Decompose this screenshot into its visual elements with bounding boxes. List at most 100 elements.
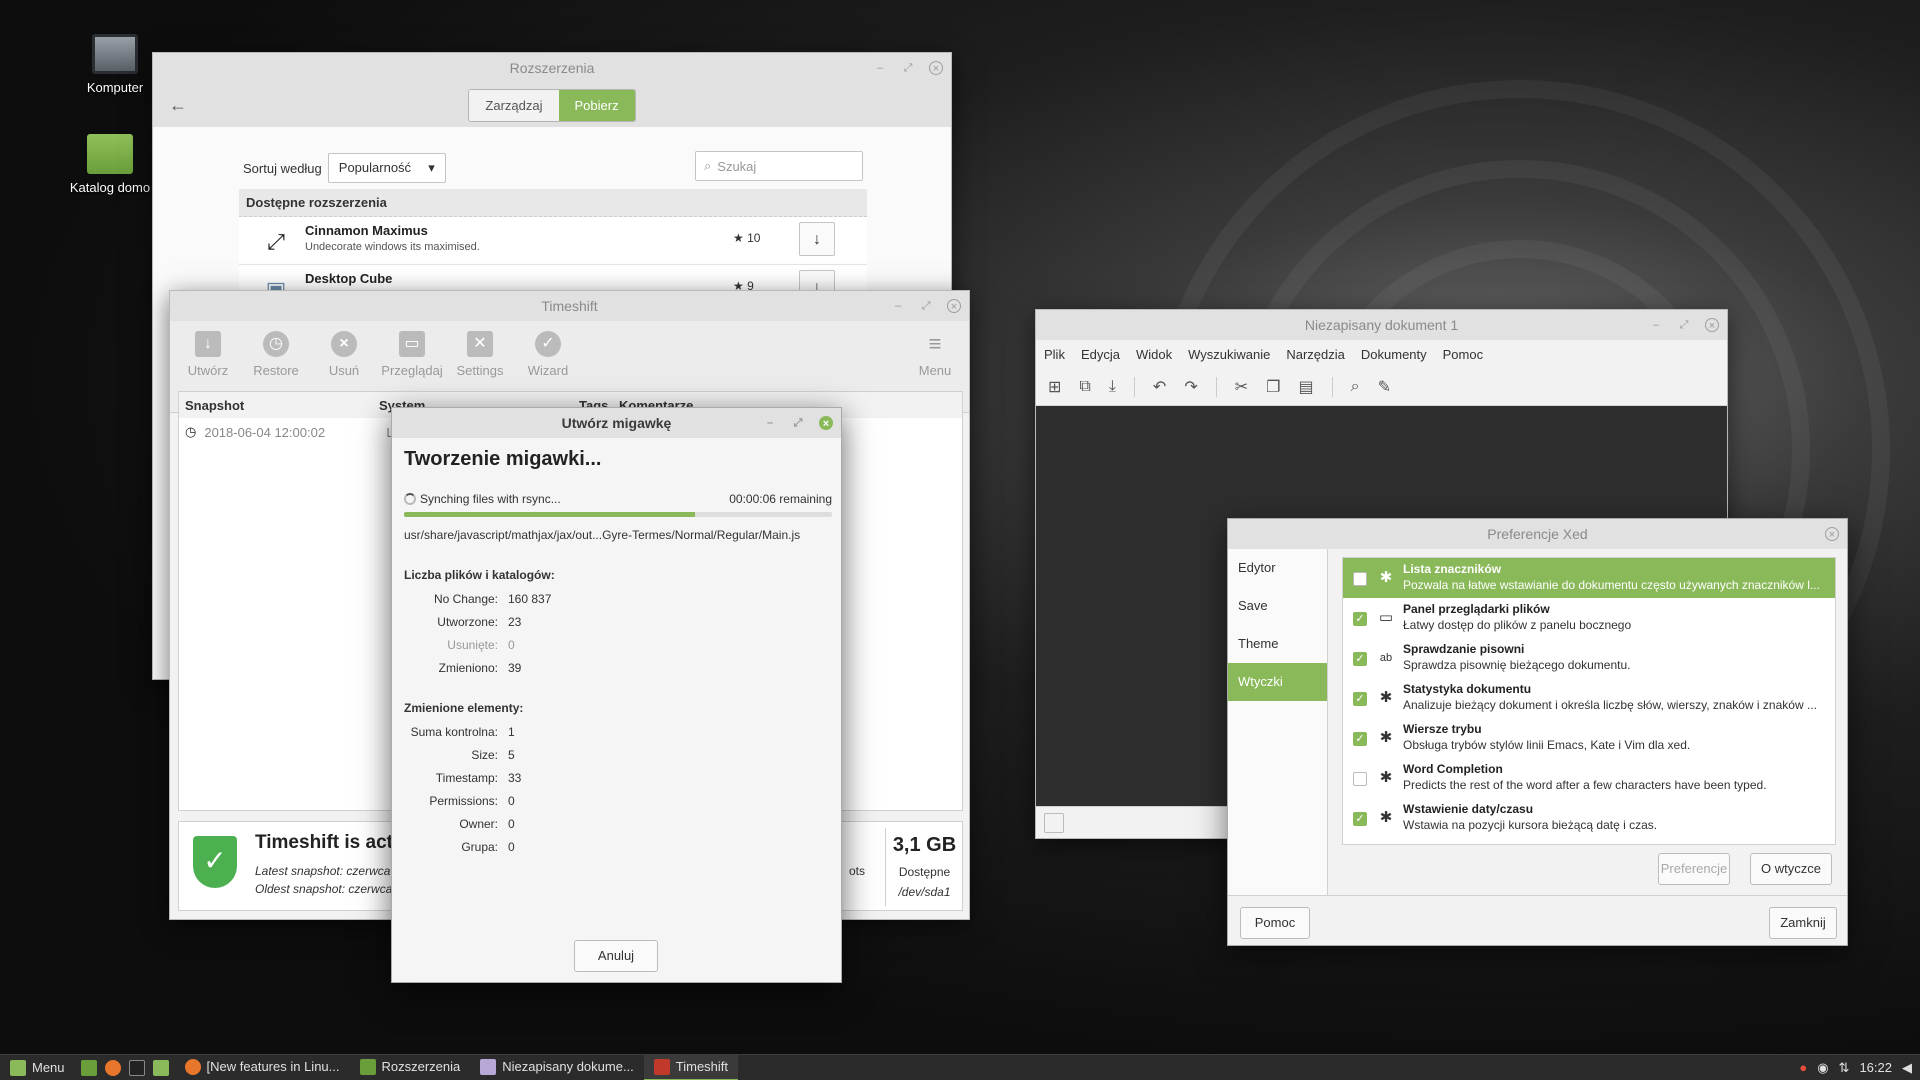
tab-manage[interactable]: Zarządzaj — [469, 89, 559, 121]
task-label: Timeshift — [675, 1059, 729, 1074]
editor-toolbar: ⊞ ⧉ ⤓ ↶ ↷ ✂ ❐ ▤ ⌕ ✎ — [1036, 368, 1727, 406]
divider — [1228, 895, 1847, 896]
redo-icon[interactable]: ↷ — [1184, 377, 1197, 397]
plugin-checkbox[interactable] — [1353, 772, 1367, 786]
volume-icon[interactable]: ◀ — [1902, 1060, 1912, 1076]
task-xed[interactable]: Niezapisany dokume... — [470, 1055, 644, 1080]
close-dialog-button[interactable]: Zamknij — [1769, 907, 1837, 939]
show-desktop-icon[interactable] — [80, 1059, 97, 1076]
xed-preferences-dialog: Preferencje Xed × Edytor Save Theme Wtyc… — [1227, 518, 1848, 946]
menu-view[interactable]: Widok — [1136, 347, 1172, 362]
close-button[interactable]: × — [929, 61, 943, 75]
start-menu-button[interactable]: Menu — [0, 1055, 75, 1080]
list-item[interactable]: ⤢ Cinnamon Maximus Undecorate windows it… — [239, 217, 867, 265]
plugin-desc: Łatwy dostęp do plików z panelu bocznego — [1403, 618, 1632, 632]
prefs-titlebar[interactable]: Preferencje Xed × — [1228, 519, 1847, 549]
dialog-titlebar[interactable]: Utwórz migawkę – ⤢ × — [392, 408, 841, 438]
plugin-row[interactable]: ✱ Word Completion Predicts the rest of the… — [1343, 758, 1835, 798]
paste-icon[interactable]: ▤ — [1298, 377, 1313, 397]
plugin-checkbox[interactable]: ✓ — [1353, 692, 1367, 706]
sidebar-item-plugins[interactable]: Wtyczki — [1228, 663, 1327, 701]
back-arrow-icon[interactable]: ← — [169, 95, 187, 116]
plugin-row[interactable]: ✓ ▭ Panel przeglądarki plików Łatwy dostęp … — [1343, 598, 1835, 638]
menu-documents[interactable]: Dokumenty — [1361, 347, 1427, 362]
maximize-button[interactable]: ⤢ — [1677, 318, 1691, 332]
sort-value: Popularność — [338, 160, 412, 175]
status-title: Timeshift is acti — [255, 832, 399, 853]
task-extensions[interactable]: Rozszerzenia — [350, 1055, 471, 1080]
plugin-preferences-button[interactable]: Preferencje — [1658, 853, 1730, 885]
cancel-button[interactable]: Anuluj — [574, 940, 658, 972]
minimize-button[interactable]: – — [1649, 318, 1663, 332]
search-icon[interactable]: ⌕ — [1351, 378, 1360, 396]
sort-dropdown[interactable]: Popularność ▾ — [327, 153, 446, 183]
dialog-heading: Tworzenie migawki... — [404, 448, 602, 470]
terminal-icon[interactable] — [128, 1059, 145, 1076]
plugin-row[interactable]: ✓ ✱ Wstawienie daty/czasu Wstawia na pozycj… — [1343, 798, 1835, 838]
clock[interactable]: 16:22 — [1859, 1060, 1892, 1075]
maximize-button[interactable]: ⤢ — [901, 61, 915, 75]
maximize-button[interactable]: ⤢ — [919, 299, 933, 313]
maximize-button[interactable]: ⤢ — [791, 416, 805, 430]
minimize-button[interactable]: – — [891, 299, 905, 313]
plugin-name: Wiersze trybu — [1403, 722, 1482, 736]
help-button[interactable]: Pomoc — [1240, 907, 1310, 939]
menu-help[interactable]: Pomoc — [1443, 347, 1483, 362]
plugin-checkbox[interactable]: ✓ — [1353, 732, 1367, 746]
extensions-titlebar[interactable]: Rozszerzenia – ⤢ × — [153, 53, 951, 83]
close-button[interactable]: × — [1705, 318, 1719, 332]
firefox-icon[interactable] — [104, 1059, 121, 1076]
plugin-row[interactable]: ✓ ✱ Statystyka dokumentu Analizuje bieżący … — [1343, 678, 1835, 718]
minimize-button[interactable]: – — [763, 416, 777, 430]
plugin-checkbox[interactable]: ✓ — [1353, 812, 1367, 826]
xed-titlebar[interactable]: Niezapisany dokument 1 – ⤢ × — [1036, 310, 1727, 340]
plugin-checkbox[interactable]: ✓ — [1353, 612, 1367, 626]
menu-edit[interactable]: Edycja — [1081, 347, 1120, 362]
task-firefox[interactable]: [New features in Linu... — [175, 1055, 350, 1080]
minimize-button[interactable]: – — [873, 61, 887, 75]
tab-download[interactable]: Pobierz — [558, 89, 635, 121]
desktop-icon-home[interactable]: Katalog domo — [60, 134, 160, 195]
plugin-row[interactable]: ✱ Lista znaczników Pozwala na łatwe wstawi… — [1343, 558, 1835, 598]
cut-icon[interactable]: ✂ — [1235, 377, 1248, 397]
user-icon[interactable]: ◉ — [1817, 1060, 1828, 1076]
sidebar-item-theme[interactable]: Theme — [1228, 625, 1327, 663]
toolbar-separator — [1133, 376, 1135, 397]
notification-icon[interactable]: ● — [1799, 1060, 1807, 1075]
snapshot-date: 2018-06-04 12:00:02 — [204, 424, 326, 440]
column-snapshot[interactable]: Snapshot — [179, 398, 379, 413]
about-plugin-button[interactable]: O wtyczce — [1750, 853, 1832, 885]
menu-file[interactable]: Plik — [1044, 347, 1065, 362]
close-button[interactable]: × — [1825, 527, 1839, 541]
plugin-name: Word Completion — [1403, 762, 1503, 776]
dropdown-arrow-icon: ▾ — [428, 160, 435, 175]
timeshift-titlebar[interactable]: Timeshift – ⤢ × — [170, 291, 969, 321]
plugins-list: ✱ Lista znaczników Pozwala na łatwe wstawi… — [1342, 557, 1836, 845]
side-panel-toggle-icon[interactable] — [1044, 813, 1064, 833]
search-input[interactable]: ⌕ Szukaj — [695, 151, 863, 181]
sidebar-item-editor[interactable]: Edytor — [1228, 549, 1327, 587]
copy-icon[interactable]: ❐ — [1266, 377, 1280, 397]
close-button[interactable]: × — [947, 299, 961, 313]
menu-tools[interactable]: Narzędzia — [1286, 347, 1345, 362]
network-icon[interactable]: ⇅ — [1839, 1060, 1850, 1076]
download-button[interactable]: ↓ — [799, 222, 835, 256]
task-label: Rozszerzenia — [381, 1059, 461, 1074]
replace-icon[interactable]: ✎ — [1378, 377, 1391, 397]
task-label: Niezapisany dokume... — [502, 1059, 634, 1074]
undo-icon[interactable]: ↶ — [1153, 377, 1166, 397]
save-icon[interactable]: ⤓ — [1109, 378, 1116, 396]
plugin-desc: Analizuje bieżący dokument i określa lic… — [1403, 698, 1817, 712]
new-document-icon[interactable]: ⊞ — [1048, 377, 1061, 397]
plugin-row[interactable]: ✓ ab Sprawdzanie pisowni Sprawdza pisownię … — [1343, 638, 1835, 678]
close-button[interactable]: × — [819, 416, 833, 430]
plugin-row[interactable]: ✓ ✱ Wiersze trybu Obsługa trybów stylów lin… — [1343, 718, 1835, 758]
files-icon[interactable] — [152, 1059, 169, 1076]
menu-search[interactable]: Wyszukiwanie — [1188, 347, 1270, 362]
open-document-icon[interactable]: ⧉ — [1079, 378, 1090, 396]
plugin-checkbox[interactable]: ✓ — [1353, 652, 1367, 666]
shield-check-icon: ✓ — [193, 836, 237, 888]
sidebar-item-save[interactable]: Save — [1228, 587, 1327, 625]
plugin-checkbox[interactable] — [1353, 572, 1367, 586]
task-timeshift[interactable]: Timeshift — [643, 1054, 739, 1080]
